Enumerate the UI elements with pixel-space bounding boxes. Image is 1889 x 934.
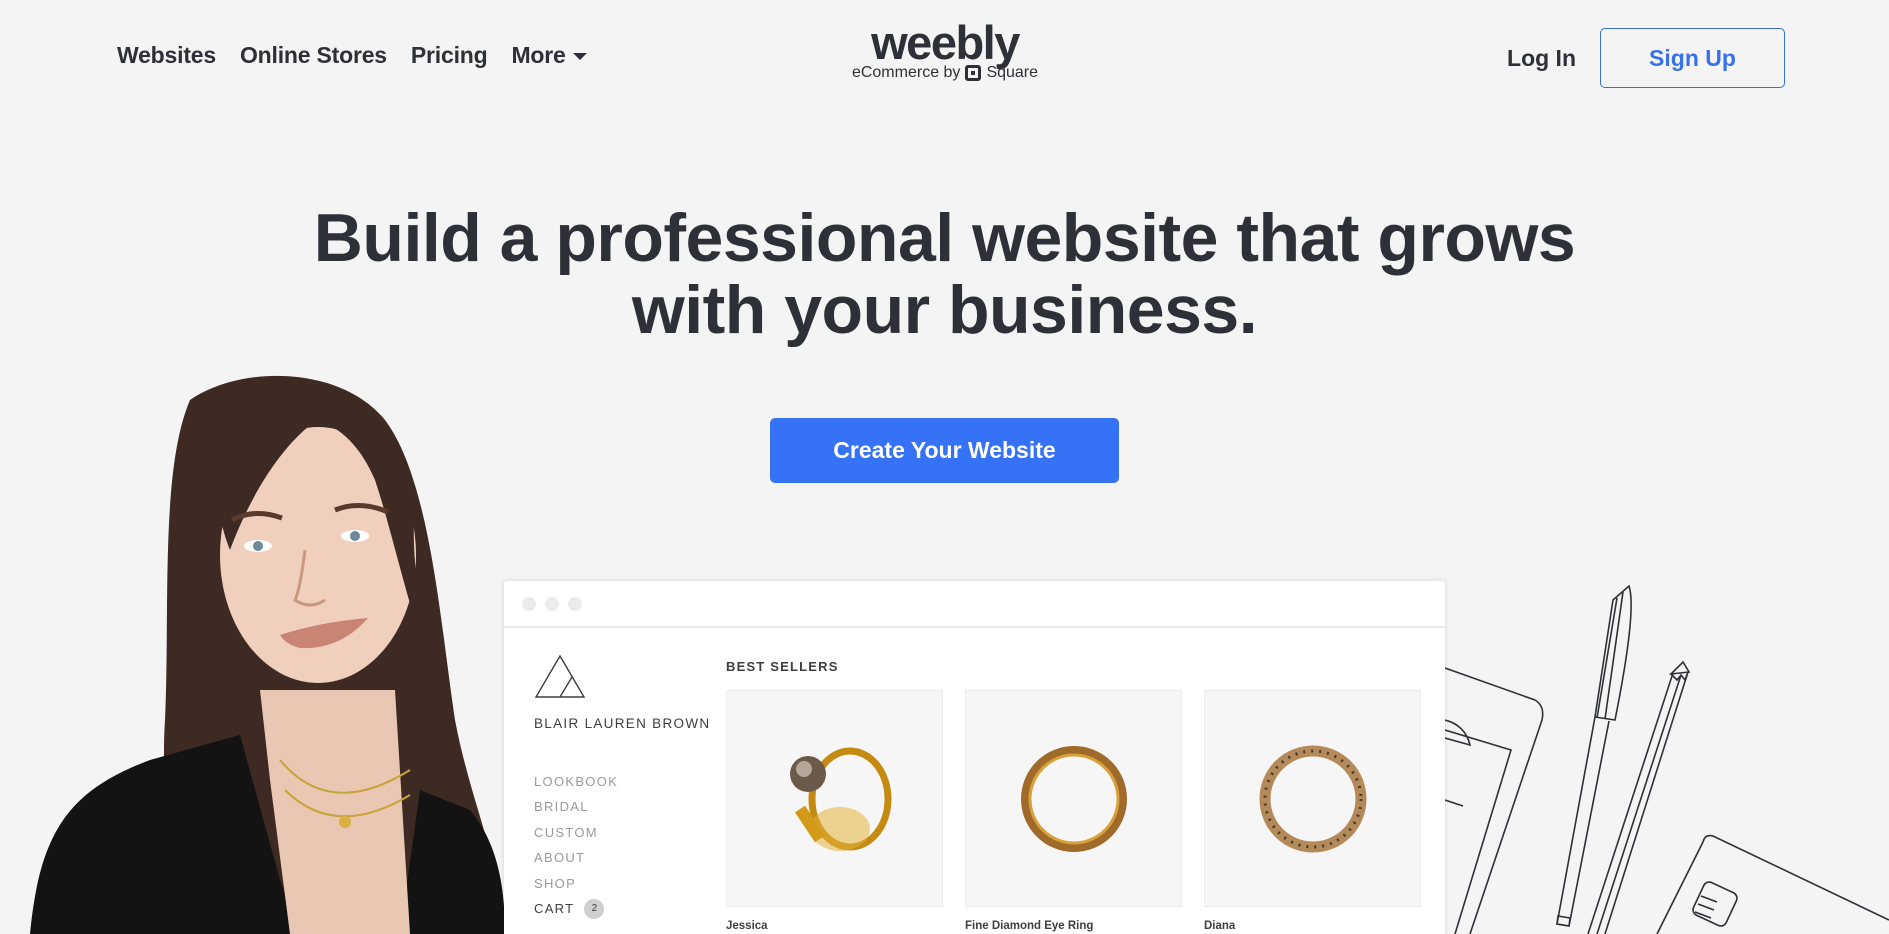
logo-tagline-prefix: eCommerce by xyxy=(851,64,961,81)
create-website-button[interactable]: Create Your Website xyxy=(770,418,1119,483)
mockup-nav-bridal[interactable]: BRIDAL xyxy=(534,794,714,819)
product-image xyxy=(965,690,1182,907)
mockup-sidebar: BLAIR LAUREN BROWN LOOKBOOK BRIDAL CUSTO… xyxy=(534,654,714,921)
window-dot-icon xyxy=(522,596,536,611)
window-dot-icon xyxy=(568,596,582,611)
product-card[interactable]: Fine Diamond Eye Ring xyxy=(965,690,1182,932)
pencil-drawing xyxy=(1587,660,1691,934)
nav-more-dropdown[interactable]: More xyxy=(511,42,587,69)
product-name: Jessica xyxy=(726,920,768,932)
product-card[interactable]: Diana xyxy=(1204,690,1421,932)
tablet-drawing xyxy=(1445,667,1544,934)
mockup-nav-lookbook[interactable]: LOOKBOOK xyxy=(534,769,714,794)
mockup-nav-cart[interactable]: CART 2 xyxy=(534,896,714,921)
product-image xyxy=(726,690,943,907)
ring-icon xyxy=(1259,745,1366,852)
chevron-down-icon xyxy=(572,53,587,60)
ring-icon xyxy=(789,747,891,851)
mockup-nav-about[interactable]: ABOUT xyxy=(534,845,714,870)
ring-icon xyxy=(1020,745,1127,852)
logo-tagline: eCommerce by Square xyxy=(849,64,1041,82)
hero-headline: Build a professional website that grows … xyxy=(0,202,1889,346)
window-dot-icon xyxy=(545,596,559,611)
headline-line-2: with your business. xyxy=(631,272,1258,348)
mockup-titlebar xyxy=(504,581,1445,628)
main-nav: Websites Online Stores Pricing More xyxy=(117,42,611,69)
square-logo-icon xyxy=(965,65,982,81)
nav-online-stores[interactable]: Online Stores xyxy=(240,42,387,69)
login-link[interactable]: Log In xyxy=(1507,45,1576,72)
mockup-brand-name: BLAIR LAUREN BROWN xyxy=(534,716,711,731)
nav-websites[interactable]: Websites xyxy=(117,42,216,69)
weebly-logo[interactable]: weebly eCommerce by Square xyxy=(849,16,1041,82)
logo-wordmark: weebly xyxy=(871,16,1020,69)
pen-drawing xyxy=(1556,584,1632,927)
credit-card-drawing xyxy=(1656,834,1889,934)
cart-count-badge: 2 xyxy=(584,898,605,919)
nav-more-label: More xyxy=(511,42,566,68)
mockup-nav-shop[interactable]: SHOP xyxy=(534,871,714,896)
nav-pricing[interactable]: Pricing xyxy=(411,42,488,69)
account-nav: Log In Sign Up xyxy=(1507,28,1785,88)
headline-line-1: Build a professional website that grows xyxy=(313,200,1576,276)
best-sellers-heading: BEST SELLERS xyxy=(726,659,839,674)
desk-line-illustration xyxy=(1445,584,1889,934)
product-name: Diana xyxy=(1204,920,1236,932)
mockup-nav-custom[interactable]: CUSTOM xyxy=(534,820,714,845)
product-image xyxy=(1204,690,1421,907)
customer-portrait-image xyxy=(30,375,505,934)
product-card[interactable]: Jessica xyxy=(726,690,943,932)
website-preview-mockup: BLAIR LAUREN BROWN LOOKBOOK BRIDAL CUSTO… xyxy=(504,581,1445,934)
cart-label: CART xyxy=(534,900,575,916)
logo-tagline-brand: Square xyxy=(986,64,1039,81)
triangle-logo-icon xyxy=(534,654,586,698)
mockup-nav: LOOKBOOK BRIDAL CUSTOM ABOUT SHOP CART 2 xyxy=(534,769,714,921)
mockup-content: BEST SELLERS Jessica Fine Diamond Eye Ri… xyxy=(726,659,1421,932)
product-name: Fine Diamond Eye Ring xyxy=(965,920,1094,932)
signup-button[interactable]: Sign Up xyxy=(1600,28,1785,88)
product-grid: Jessica Fine Diamond Eye Ring Diana xyxy=(726,690,1421,932)
